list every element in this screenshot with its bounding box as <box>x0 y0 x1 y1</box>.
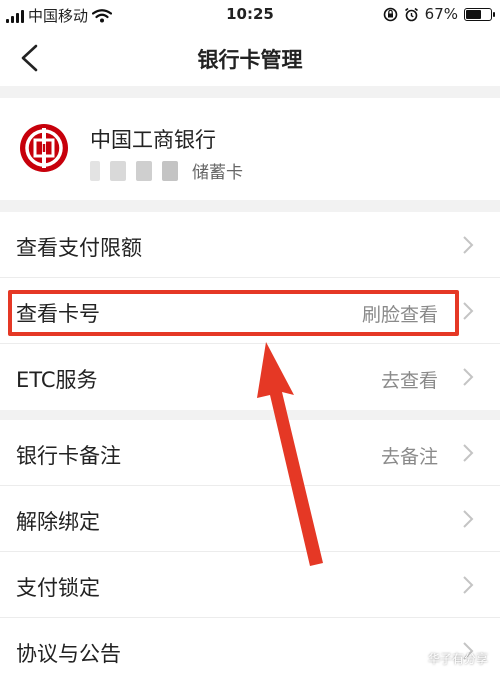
row-value: 去备注 <box>380 446 438 468</box>
rotation-lock-icon <box>383 7 397 21</box>
alarm-icon <box>404 7 418 21</box>
watermark-logo-icon <box>413 652 425 665</box>
bank-card[interactable]: 中国工商银行 储蓄卡 <box>0 98 500 200</box>
battery-percent: 67% <box>424 5 458 23</box>
nav-bar: 银行卡管理 <box>0 30 500 86</box>
card-type: 储蓄卡 <box>192 163 243 183</box>
row-label: ETC服务 <box>16 368 98 392</box>
watermark: 华子有分享 <box>413 650 488 667</box>
row-label: 协议与公告 <box>16 642 121 666</box>
watermark-text: 华子有分享 <box>427 652 488 666</box>
row-value: 去查看 <box>380 370 438 392</box>
masked-digits <box>162 160 178 181</box>
chevron-right-icon <box>463 236 474 254</box>
battery-fill <box>466 9 481 19</box>
status-bar: 中国移动 10:25 67% <box>0 0 500 30</box>
page-title: 银行卡管理 <box>197 48 303 72</box>
battery-icon <box>464 7 495 21</box>
row-payment-limit[interactable]: 查看支付限额 <box>0 212 500 278</box>
row-agreements[interactable]: 协议与公告 <box>0 618 500 676</box>
menu-group-card-actions: 银行卡备注 去备注 解除绑定 支付锁定 协议与公告 <box>0 420 500 676</box>
masked-digits <box>90 160 100 181</box>
row-label: 支付锁定 <box>16 576 100 600</box>
masked-digits <box>110 160 126 181</box>
card-number-masked: 储蓄卡 <box>90 158 243 183</box>
row-label: 银行卡备注 <box>16 444 121 468</box>
chevron-right-icon <box>463 510 474 528</box>
chevron-right-icon <box>463 444 474 462</box>
row-payment-lock[interactable]: 支付锁定 <box>0 552 500 618</box>
masked-digits <box>136 160 152 181</box>
highlight-box <box>8 290 459 336</box>
row-etc-service[interactable]: ETC服务 去查看 <box>0 344 500 410</box>
status-right: 67% <box>383 5 495 23</box>
row-label: 解除绑定 <box>16 510 100 534</box>
row-label: 查看支付限额 <box>16 236 142 260</box>
chevron-right-icon <box>463 302 474 320</box>
bank-name: 中国工商银行 <box>90 128 216 152</box>
chevron-right-icon <box>463 576 474 594</box>
row-card-remark[interactable]: 银行卡备注 去备注 <box>0 420 500 486</box>
chevron-right-icon <box>463 368 474 386</box>
icbc-logo-icon <box>20 124 68 172</box>
row-unbind[interactable]: 解除绑定 <box>0 486 500 552</box>
